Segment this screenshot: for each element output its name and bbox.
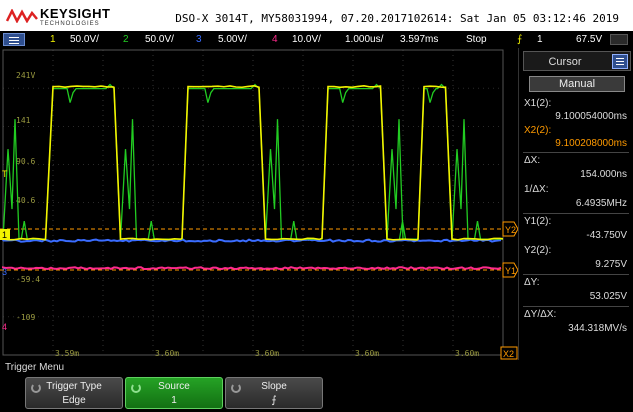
x-axis-label: 3.60m bbox=[455, 349, 479, 358]
softkey-menu-title: Trigger Menu bbox=[0, 360, 633, 375]
dy-dx-value: 344.318MV/s bbox=[568, 323, 627, 334]
svg-text:1: 1 bbox=[2, 230, 7, 240]
ch1-scale[interactable]: 50.0V/ bbox=[70, 34, 99, 45]
svg-text:3: 3 bbox=[2, 267, 7, 277]
softkey-label: Source bbox=[126, 381, 222, 392]
delta-y-value: 53.025V bbox=[590, 291, 627, 302]
ch1-ground-marker: 1 bbox=[0, 229, 10, 240]
cursor-mode-button[interactable]: Manual bbox=[529, 76, 625, 92]
keysight-logo-icon bbox=[6, 9, 38, 23]
inv-delta-x-label: 1/ΔX: bbox=[524, 184, 548, 195]
ch2-number[interactable]: 2 bbox=[123, 34, 129, 45]
y1-label: Y1(2): bbox=[524, 216, 551, 227]
separator bbox=[523, 306, 629, 307]
svg-text:Y2: Y2 bbox=[505, 225, 516, 235]
x-axis-label: 3.60m bbox=[155, 349, 179, 358]
slope-softkey[interactable]: Slope ⨍ bbox=[225, 377, 323, 409]
softkey-label: Trigger Type bbox=[26, 381, 122, 392]
brand-subtitle: TECHNOLOGIES bbox=[40, 21, 100, 27]
trigger-type-softkey[interactable]: Trigger Type Edge bbox=[25, 377, 123, 409]
y-axis-label: 90.6 bbox=[16, 157, 35, 166]
svg-text:4: 4 bbox=[2, 322, 7, 332]
x2-cursor-tag: X2 bbox=[501, 347, 517, 359]
rising-edge-icon: ⨍ bbox=[226, 395, 322, 406]
main-menu-button[interactable] bbox=[3, 33, 25, 46]
y-axis-label: -59.4 bbox=[16, 275, 40, 284]
delta-x-label: ΔX: bbox=[524, 155, 540, 166]
title-bar: KEYSIGHT TECHNOLOGIES DSO-X 3014T, MY580… bbox=[0, 0, 633, 31]
y-axis-label: -109 bbox=[16, 313, 35, 322]
ch3-scale[interactable]: 5.00V/ bbox=[218, 34, 247, 45]
cursor-panel: Cursor Manual X1(2): 9.100054000ms X2(2)… bbox=[518, 48, 633, 360]
channel-status-bar: 1 50.0V/ 2 50.0V/ 3 5.00V/ 4 10.0V/ 1.00… bbox=[0, 31, 633, 48]
waveform-graticule: 241V 141 90.6 40.6 -59.4 -109 3.59m 3.60m 3.60m… bbox=[0, 48, 518, 360]
trigger-position-marker: T bbox=[2, 169, 8, 179]
ch4-number[interactable]: 4 bbox=[272, 34, 278, 45]
panel-menu-icon[interactable] bbox=[612, 54, 628, 69]
svg-text:Y1: Y1 bbox=[505, 266, 516, 276]
brand-name: KEYSIGHT bbox=[40, 6, 110, 21]
trigger-edge-icon: ⨍ bbox=[517, 34, 522, 45]
y1-value: -43.750V bbox=[586, 230, 627, 241]
ch3-trace bbox=[3, 240, 501, 242]
ch4-scale[interactable]: 10.0V/ bbox=[292, 34, 321, 45]
ch3-ground-marker: 3 bbox=[2, 267, 7, 277]
cursor-panel-title: Cursor bbox=[530, 56, 600, 68]
ch4-trace bbox=[3, 267, 501, 269]
trigger-level-bar bbox=[610, 34, 628, 45]
inv-delta-x-value: 6.4935MHz bbox=[576, 198, 627, 209]
source-softkey[interactable]: Source 1 bbox=[125, 377, 223, 409]
instrument-info: DSO-X 3014T, MY58031994, 07.20.201710261… bbox=[175, 12, 619, 25]
waveform-display[interactable]: 241V 141 90.6 40.6 -59.4 -109 3.59m 3.60m 3.60m… bbox=[0, 48, 518, 360]
separator bbox=[523, 274, 629, 275]
svg-text:X2: X2 bbox=[503, 349, 514, 359]
y2-value: 9.275V bbox=[595, 259, 627, 270]
separator bbox=[523, 213, 629, 214]
y2-cursor-tag: Y2 bbox=[503, 222, 518, 236]
x2-value: 9.100208000ms bbox=[555, 138, 627, 149]
cursor-tab[interactable]: Cursor bbox=[523, 51, 631, 71]
run-state: Stop bbox=[466, 34, 487, 45]
svg-text:T: T bbox=[2, 169, 8, 179]
ch2-scale[interactable]: 50.0V/ bbox=[145, 34, 174, 45]
y-axis-label: 241V bbox=[16, 71, 35, 80]
horizontal-delay[interactable]: 3.597ms bbox=[400, 34, 438, 45]
x1-label: X1(2): bbox=[524, 98, 551, 109]
softkey-label: Slope bbox=[226, 381, 322, 392]
y2-label: Y2(2): bbox=[524, 245, 551, 256]
grid-labels-y: 241V 141 90.6 40.6 -59.4 -109 bbox=[16, 71, 40, 322]
ch3-number[interactable]: 3 bbox=[196, 34, 202, 45]
delta-x-value: 154.000ns bbox=[580, 169, 627, 180]
y-axis-label: 141 bbox=[16, 116, 31, 125]
delta-y-label: ΔY: bbox=[524, 277, 540, 288]
timebase[interactable]: 1.000us/ bbox=[345, 34, 383, 45]
ch1-number[interactable]: 1 bbox=[50, 34, 56, 45]
softkey-bar: Trigger Type Edge Source 1 Slope ⨍ bbox=[0, 375, 633, 412]
x2-label: X2(2): bbox=[524, 125, 551, 136]
ch4-ground-marker: 4 bbox=[2, 322, 7, 332]
grid-labels-x: 3.59m 3.60m 3.60m 3.60m 3.60m bbox=[55, 349, 479, 358]
y-axis-label: 40.6 bbox=[16, 196, 35, 205]
separator bbox=[523, 152, 629, 153]
ch1-trace bbox=[3, 86, 503, 240]
y1-cursor-tag: Y1 bbox=[503, 263, 518, 277]
x-axis-label: 3.59m bbox=[55, 349, 79, 358]
x-axis-label: 3.60m bbox=[255, 349, 279, 358]
softkey-value: Edge bbox=[26, 395, 122, 406]
trigger-level: 67.5V bbox=[576, 34, 602, 45]
x-axis-label: 3.60m bbox=[355, 349, 379, 358]
trigger-source: 1 bbox=[537, 34, 543, 45]
softkey-value: 1 bbox=[126, 395, 222, 406]
x1-value: 9.100054000ms bbox=[555, 111, 627, 122]
dy-dx-label: ΔY/ΔX: bbox=[524, 309, 556, 320]
